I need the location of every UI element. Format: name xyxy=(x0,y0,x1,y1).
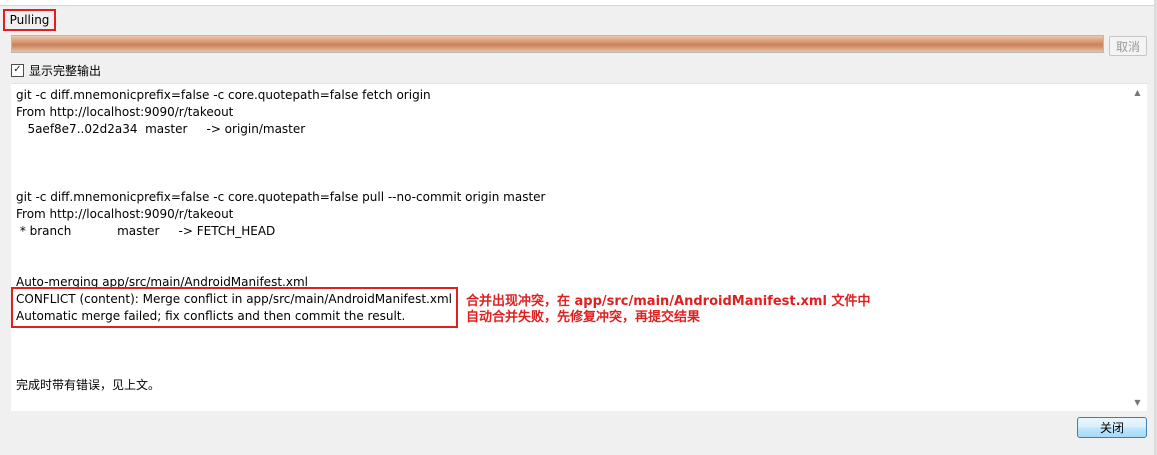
progress-bar xyxy=(11,35,1104,53)
show-full-output-label: 显示完整输出 xyxy=(29,63,102,78)
log-line: From http://localhost:9090/r/takeout xyxy=(16,207,234,221)
show-full-output-checkbox[interactable]: ✓ xyxy=(11,63,24,77)
output-log[interactable]: git -c diff.mnemonicprefix=false -c core… xyxy=(11,83,1147,411)
log-line: From http://localhost:9090/r/takeout xyxy=(16,105,234,119)
log-line: * branch master -> FETCH_HEAD xyxy=(16,224,276,238)
log-line: git -c diff.mnemonicprefix=false -c core… xyxy=(16,190,546,204)
annotation-line-2: 自动合并失败，先修复冲突，再提交结果 xyxy=(466,310,701,325)
log-line-summary: 完成时带有错误，见上文。 xyxy=(16,378,161,392)
show-full-output-row[interactable]: ✓ 显示完整输出 xyxy=(11,62,101,78)
log-line: 5aef8e7..02d2a34 master -> origin/master xyxy=(16,122,306,136)
checkmark-icon: ✓ xyxy=(13,64,22,75)
dialog-title-text: Pulling xyxy=(9,13,50,27)
dialog-title: Pulling xyxy=(3,9,56,31)
scroll-up-arrow-icon[interactable]: ▲ xyxy=(1133,88,1142,97)
cancel-button[interactable]: 取消 xyxy=(1109,36,1147,56)
previous-window-strip xyxy=(0,0,1157,6)
log-line: git -c diff.mnemonicprefix=false -c core… xyxy=(16,88,431,102)
progress-bar-fill xyxy=(12,36,1103,52)
conflict-highlight-box xyxy=(11,287,458,328)
scroll-down-arrow-icon[interactable]: ▼ xyxy=(1133,398,1142,407)
close-button[interactable]: 关闭 xyxy=(1077,417,1147,438)
